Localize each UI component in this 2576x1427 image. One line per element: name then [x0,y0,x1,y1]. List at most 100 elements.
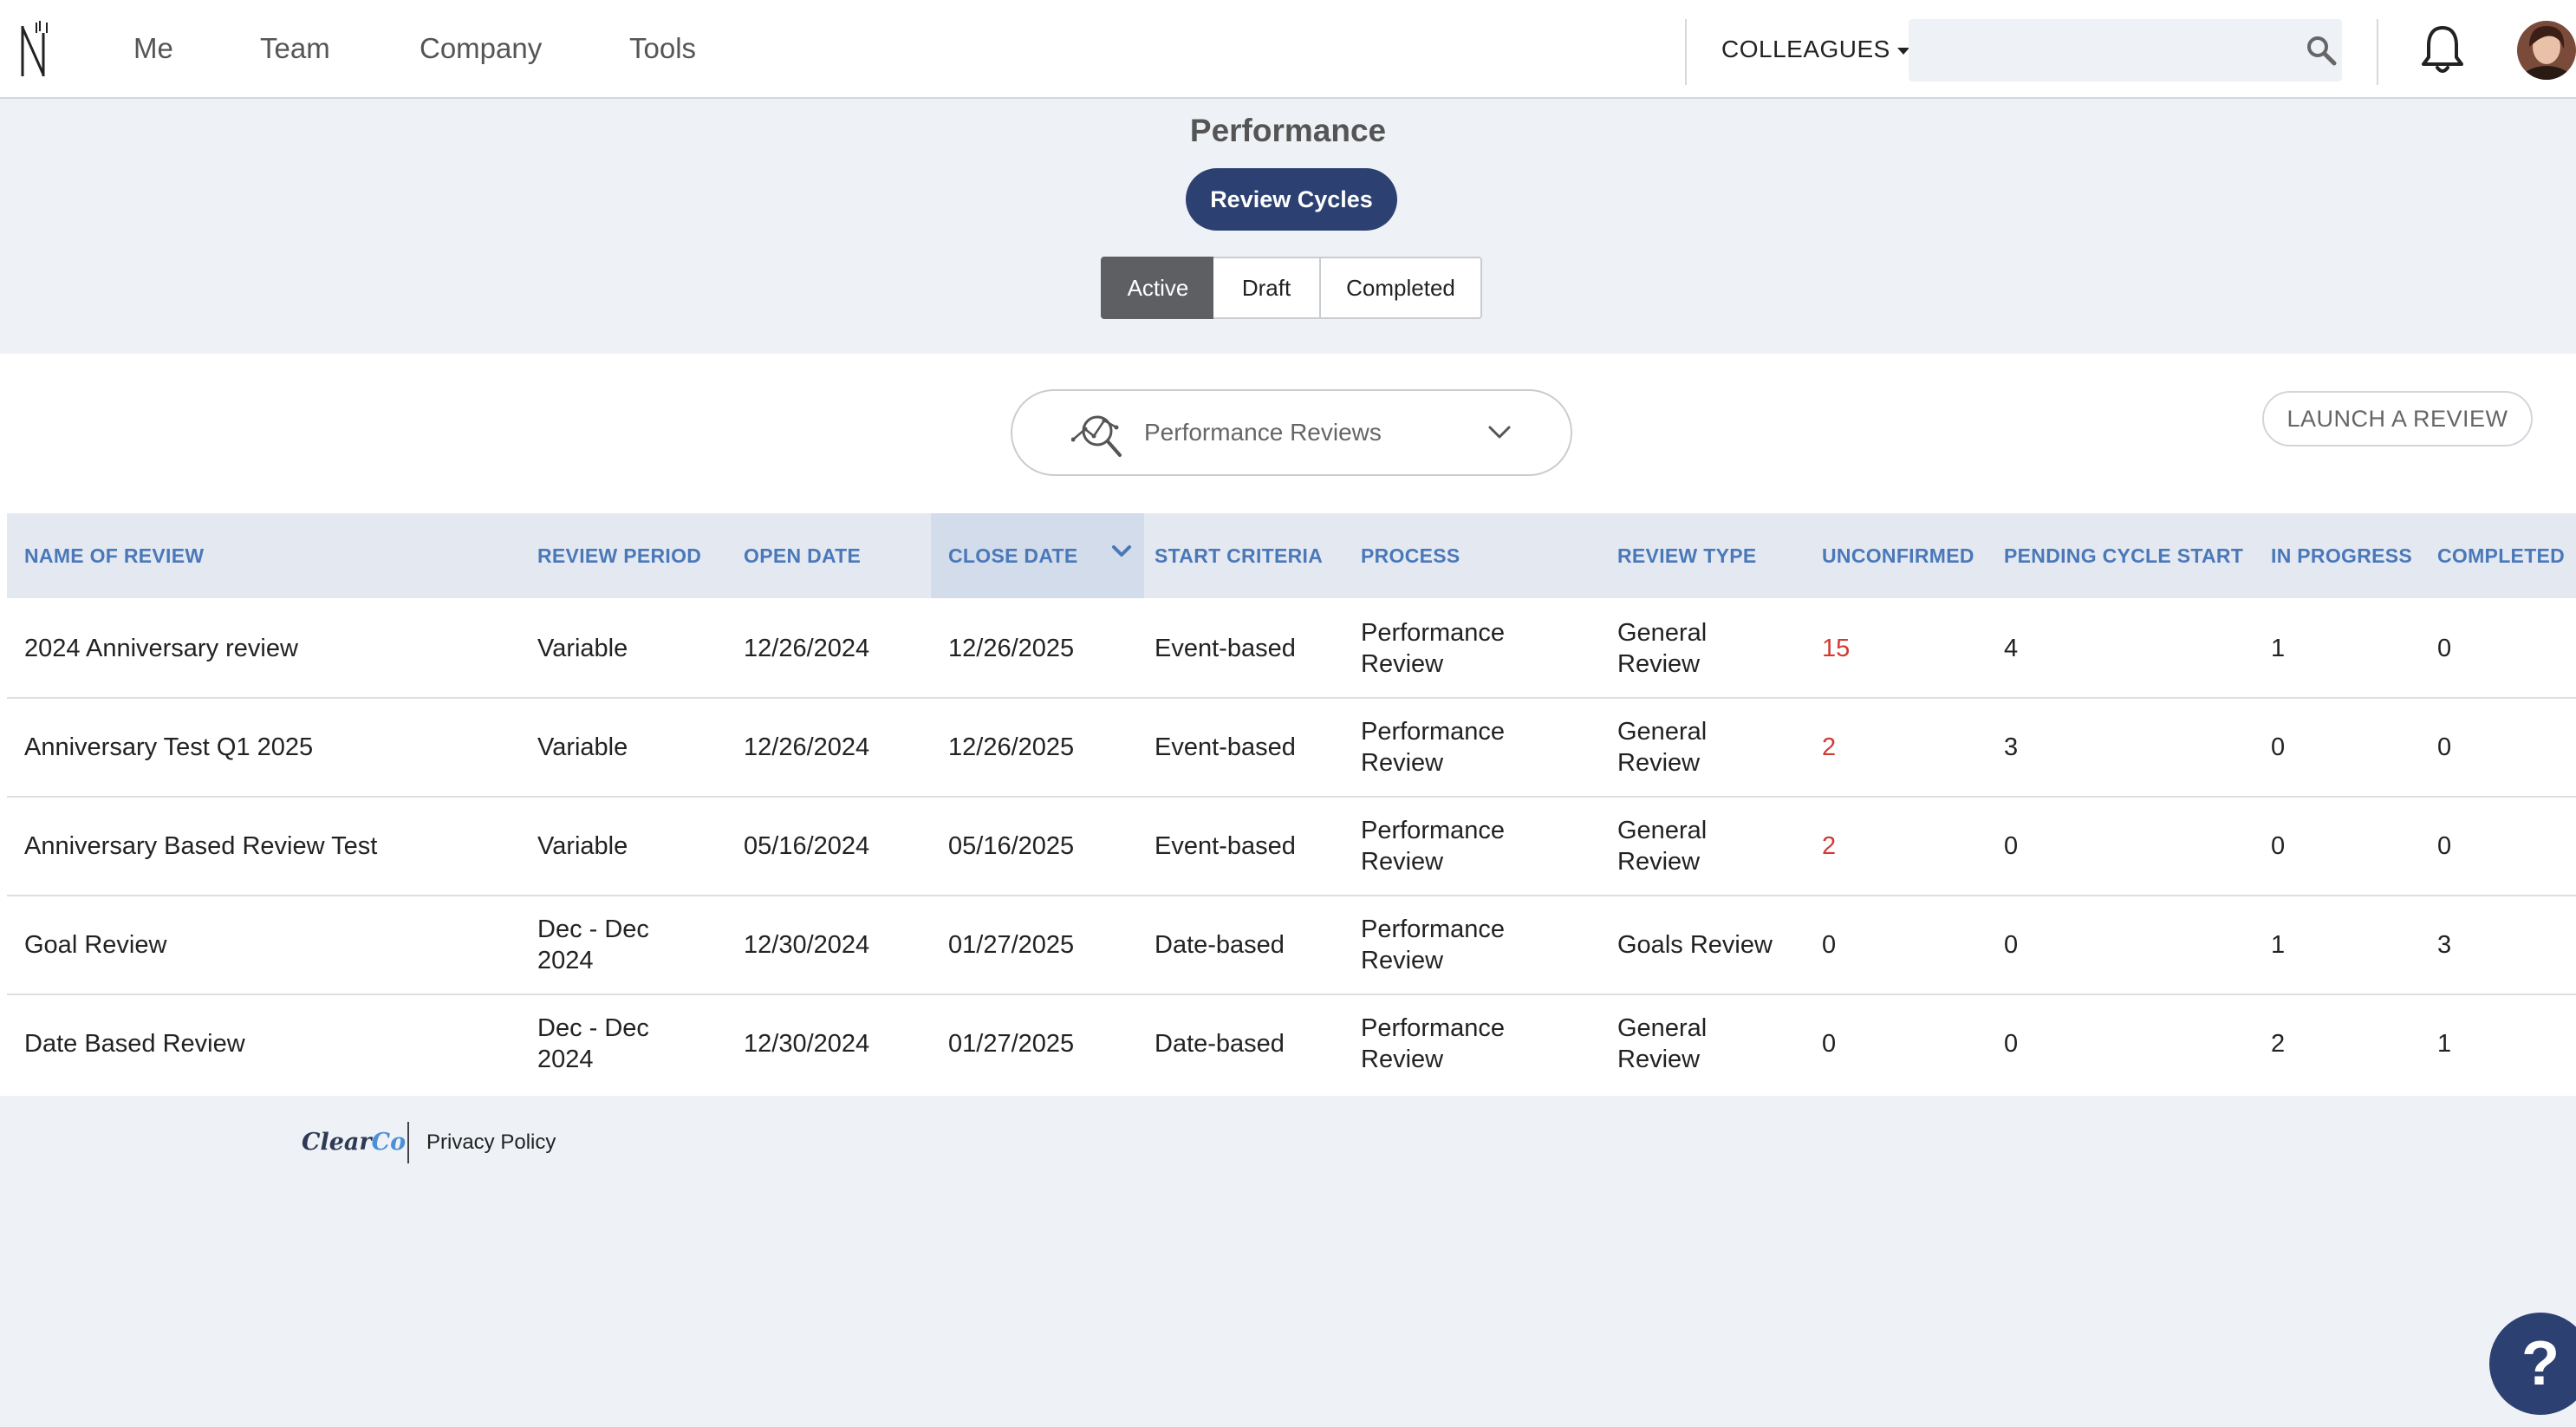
review-type-line-2: Review [1617,650,1701,678]
footer-divider [407,1122,409,1163]
review-type-line-1: General [1617,1014,1708,1042]
open-date: 05/16/2024 [744,832,870,860]
review-name[interactable]: Goal Review [24,929,166,961]
review-name[interactable]: Anniversary Test Q1 2025 [24,732,313,763]
in-progress-count: 1 [2271,931,2286,959]
dropdown-label: Performance Reviews [1144,419,1382,446]
open-date: 12/30/2024 [744,1030,870,1058]
review-type-dropdown[interactable]: Performance Reviews [1011,389,1572,476]
column-header-name[interactable]: NAME OF REVIEW [24,513,204,598]
column-header-review-type[interactable]: REVIEW TYPE [1617,513,1757,598]
start-criteria: Event-based [1155,635,1296,662]
unconfirmed-count[interactable]: 15 [1822,633,1850,664]
process-line-2: Review [1361,947,1444,974]
pending-count: 3 [2004,733,2019,761]
avatar[interactable] [2517,21,2576,80]
in-progress-count: 2 [2271,1030,2286,1058]
avatar-icon [2517,21,2576,80]
process-line-1: Performance [1361,915,1506,943]
completed-count: 0 [2437,635,2452,662]
in-progress-count: 1 [2271,635,2286,662]
start-criteria: Date-based [1155,931,1285,959]
review-period: Variable [537,635,628,662]
launch-review-button[interactable]: LAUNCH A REVIEW [2262,391,2533,446]
review-name[interactable]: Date Based Review [24,1028,245,1059]
top-navigation-bar: Me Team Company Tools COLLEAGUES [0,0,2576,99]
review-name[interactable]: Anniversary Based Review Test [24,831,377,862]
table-row[interactable]: 2024 Anniversary review Variable 12/26/2… [7,600,2576,699]
process-line-1: Performance [1361,718,1506,746]
pending-count: 4 [2004,635,2019,662]
footer-logo: ClearCo [302,1129,406,1156]
completed-count: 1 [2437,1030,2452,1058]
colleagues-dropdown[interactable]: COLLEAGUES [1721,33,1909,66]
review-type-line-1: General [1617,619,1708,647]
column-header-in-progress[interactable]: IN PROGRESS [2271,513,2412,598]
start-criteria: Event-based [1155,832,1296,860]
search-input[interactable] [1909,19,2342,81]
chevron-down-icon [1488,426,1511,439]
tab-active[interactable]: Active [1101,257,1215,319]
review-type-line-2: Review [1617,848,1701,876]
footer-logo-accent: Co [371,1129,407,1156]
review-type-line-2: Review [1617,1046,1701,1073]
bell-icon[interactable] [2420,24,2465,76]
search-icon[interactable] [2306,35,2337,66]
nav-item-company[interactable]: Company [420,31,542,66]
table-header: NAME OF REVIEW REVIEW PERIOD OPEN DATE C… [7,513,2576,598]
caret-down-icon [1896,47,1909,55]
open-date: 12/26/2024 [744,733,870,761]
review-period: Variable [537,733,628,761]
completed-count: 0 [2437,733,2452,761]
review-period-line-1: Dec - Dec [537,1014,649,1042]
nav-item-me[interactable]: Me [133,31,173,66]
unconfirmed-count[interactable]: 2 [1822,732,1836,763]
nav-item-tools[interactable]: Tools [629,31,696,66]
column-header-completed[interactable]: COMPLETED [2437,513,2565,598]
column-header-process[interactable]: PROCESS [1361,513,1460,598]
unconfirmed-count[interactable]: 2 [1822,831,1836,862]
performance-reviews-icon [1071,415,1122,457]
page-title: Performance [1189,113,1387,148]
column-header-pending-cycle-start[interactable]: PENDING CYCLE START [2004,513,2243,598]
table-row[interactable]: Date Based Review Dec - Dec 2024 12/30/2… [7,995,2576,1094]
close-date: 12/26/2025 [948,733,1075,761]
process-line-1: Performance [1361,619,1506,647]
pending-count: 0 [2004,832,2019,860]
table-row[interactable]: Goal Review Dec - Dec 2024 12/30/2024 01… [7,896,2576,995]
table-row[interactable]: Anniversary Test Q1 2025 Variable 12/26/… [7,699,2576,798]
table-row[interactable]: Anniversary Based Review Test Variable 0… [7,798,2576,896]
tab-completed[interactable]: Completed [1319,257,1482,319]
open-date: 12/26/2024 [744,635,870,662]
review-type-line-1: General [1617,718,1708,746]
review-name[interactable]: 2024 Anniversary review [24,633,298,664]
review-period-line-2: 2024 [537,1046,594,1073]
unconfirmed-count: 0 [1822,931,1837,959]
privacy-policy-link[interactable]: Privacy Policy [426,1131,556,1155]
tab-draft[interactable]: Draft [1213,257,1321,319]
pending-count: 0 [2004,931,2019,959]
column-header-review-period[interactable]: REVIEW PERIOD [537,513,701,598]
review-type: Goals Review [1617,931,1773,959]
review-period-line-1: Dec - Dec [537,915,649,943]
logo-icon[interactable] [19,21,54,80]
start-criteria: Event-based [1155,733,1296,761]
sort-chevron-icon[interactable] [1111,544,1132,558]
footer-logo-main: Clear [302,1129,372,1156]
process-line-2: Review [1361,848,1444,876]
review-type-line-1: General [1617,817,1708,844]
nav-item-team[interactable]: Team [260,31,330,66]
column-header-open-date[interactable]: OPEN DATE [744,513,861,598]
review-cycles-button[interactable]: Review Cycles [1186,168,1397,231]
in-progress-count: 0 [2271,832,2286,860]
close-date: 12/26/2025 [948,635,1075,662]
in-progress-count: 0 [2271,733,2286,761]
help-icon[interactable]: ? [2489,1313,2576,1415]
column-header-unconfirmed[interactable]: UNCONFIRMED [1822,513,1974,598]
close-date: 01/27/2025 [948,1030,1075,1058]
completed-count: 3 [2437,931,2452,959]
pending-count: 0 [2004,1030,2019,1058]
process-line-1: Performance [1361,1014,1506,1042]
review-period-line-2: 2024 [537,947,594,974]
column-header-start-criteria[interactable]: START CRITERIA [1155,513,1323,598]
